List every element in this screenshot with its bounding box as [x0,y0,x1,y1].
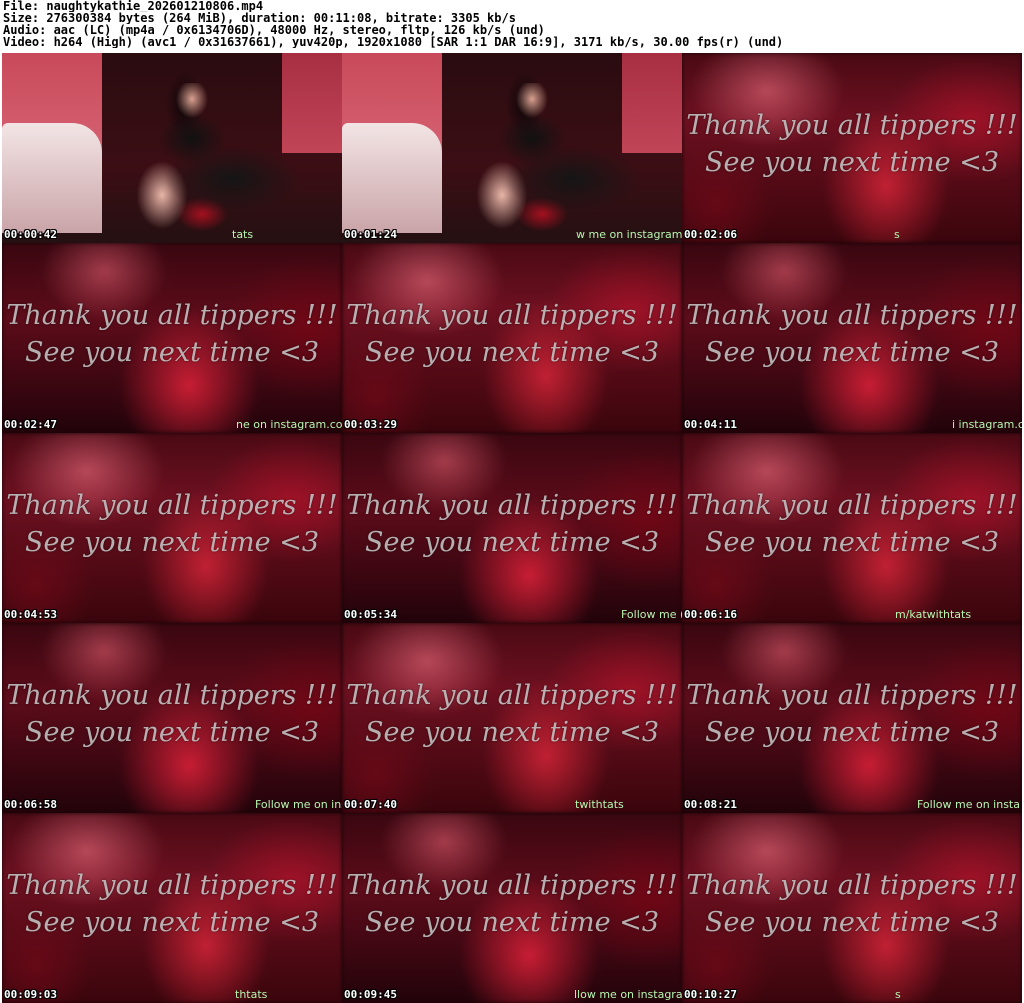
thumbnail-timestamp: 00:10:27 [684,988,737,1001]
ticker-text: twithtats [575,798,624,811]
overlay-text-line-1: Thank you all tippers !!! [686,490,1018,521]
file-info-header: File: naughtykathie_202601210806.mp4 Siz… [3,0,1021,48]
overlay-text-line-1: Thank you all tippers !!! [6,870,338,901]
overlay-text-line-1: Thank you all tippers !!! [346,300,678,331]
video-thumbnail: Thank you all tippers !!! See you next ti… [342,623,682,813]
thumbnail-timestamp: 00:00:42 [4,228,57,241]
overlay-text-line-2: See you next time <3 [25,337,319,368]
thumbnail-timestamp: 00:09:45 [344,988,397,1001]
overlay-text-line-2: See you next time <3 [365,907,659,938]
overlay-text-line-2: See you next time <3 [25,717,319,748]
overlay-text-line-2: See you next time <3 [705,527,999,558]
video-thumbnail: Thank you all tippers !!! See you next ti… [682,243,1022,433]
thumbnail-scene-image [342,53,682,243]
overlay-text-line-2: See you next time <3 [705,717,999,748]
ticker-text: w me on instagram. [576,228,682,241]
overlay-text-line-2: See you next time <3 [365,717,659,748]
video-thumbnail: tats 00:00:42 [2,53,342,243]
overlay-text-line-2: See you next time <3 [705,147,999,178]
overlay-text-line-1: Thank you all tippers !!! [686,300,1018,331]
thumbnail-timestamp: 00:05:34 [344,608,397,621]
video-thumbnail: Thank you all tippers !!! See you next ti… [2,623,342,813]
thumbnail-timestamp: 00:08:21 [684,798,737,811]
thumbnail-timestamp: 00:06:16 [684,608,737,621]
overlay-text-line-1: Thank you all tippers !!! [686,680,1018,711]
overlay-text-line-1: Thank you all tippers !!! [346,680,678,711]
thumbnail-timestamp: 00:04:53 [4,608,57,621]
overlay-text-line-2: See you next time <3 [25,527,319,558]
thumbnail-timestamp: 00:01:24 [344,228,397,241]
ticker-text: ne on instagram.cor [236,418,342,431]
thumbnail-timestamp: 00:09:03 [4,988,57,1001]
video-thumbnail: Thank you all tippers !!! See you next ti… [2,243,342,433]
overlay-text-line-2: See you next time <3 [25,907,319,938]
overlay-text-line-2: See you next time <3 [705,907,999,938]
file-size-line: Size: 276300384 bytes (264 MiB), duratio… [3,12,516,24]
overlay-text-line-1: Thank you all tippers !!! [6,680,338,711]
thumbnail-timestamp: 00:03:29 [344,418,397,431]
ticker-text: llow me on instagra [574,988,682,1001]
overlay-text-line-1: Thank you all tippers !!! [686,870,1018,901]
video-thumbnail: Thank you all tippers !!! See you next ti… [342,243,682,433]
video-thumbnail: Thank you all tippers !!! See you next ti… [682,813,1022,1003]
video-thumbnail: Thank you all tippers !!! See you next ti… [2,813,342,1003]
video-thumbnail: w me on instagram. 00:01:24 [342,53,682,243]
thumbnail-timestamp: 00:02:06 [684,228,737,241]
overlay-text-line-1: Thank you all tippers !!! [6,490,338,521]
video-thumbnail: Thank you all tippers !!! See you next ti… [342,813,682,1003]
ticker-text: thtats [235,988,268,1001]
file-name-line: File: naughtykathie_202601210806.mp4 [3,0,264,12]
ticker-text: s [894,228,900,241]
overlay-text-line-1: Thank you all tippers !!! [6,300,338,331]
thumbnail-timestamp: 00:07:40 [344,798,397,811]
overlay-text-line-2: See you next time <3 [365,337,659,368]
overlay-text-line-2: See you next time <3 [705,337,999,368]
overlay-text-line-1: Thank you all tippers !!! [686,110,1018,141]
ticker-text: Follow me on ins [255,798,342,811]
thumbnail-timestamp: 00:04:11 [684,418,737,431]
video-thumbnail: Thank you all tippers !!! See you next ti… [682,433,1022,623]
thumbnail-timestamp: 00:06:58 [4,798,57,811]
ticker-text: m/katwithtats [895,608,972,621]
thumbnail-grid: tats 00:00:42 w me on instagram. 00:01:24 Th… [2,53,1022,1003]
overlay-text-line-1: Thank you all tippers !!! [346,490,678,521]
video-thumbnail: Thank you all tippers !!! See you next ti… [682,623,1022,813]
ticker-text: Follow me ( [621,608,682,621]
ticker-text: tats [232,228,254,241]
video-info-line: Video: h264 (High) (avc1 / 0x31637661), … [3,36,784,48]
overlay-text-line-1: Thank you all tippers !!! [346,870,678,901]
video-thumbnail: Thank you all tippers !!! See you next ti… [342,433,682,623]
ticker-text: s [895,988,901,1001]
overlay-text-line-2: See you next time <3 [365,527,659,558]
thumbnail-timestamp: 00:02:47 [4,418,57,431]
video-thumbnail: Thank you all tippers !!! See you next ti… [682,53,1022,243]
ticker-text: Follow me on insta [917,798,1020,811]
ticker-text: i instagram.com/kat [952,418,1022,431]
video-thumbnail: Thank you all tippers !!! See you next ti… [2,433,342,623]
audio-info-line: Audio: aac (LC) (mp4a / 0x6134706D), 480… [3,24,545,36]
thumbnail-scene-image [2,53,342,243]
